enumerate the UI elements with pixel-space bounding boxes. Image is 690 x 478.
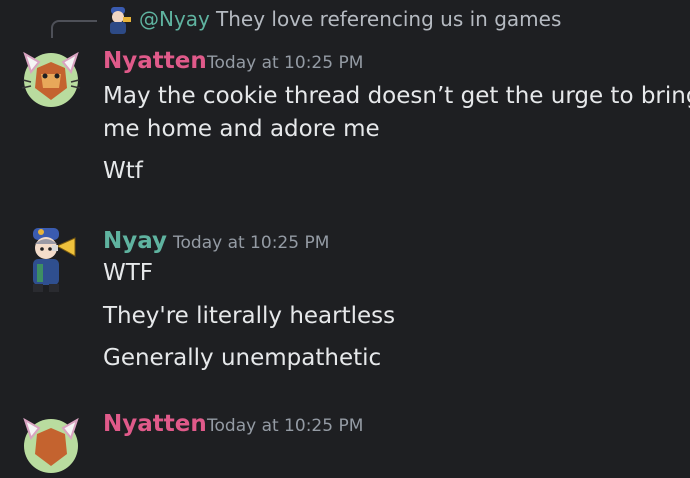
message-line: They're literally heartless [103,303,396,329]
message-author[interactable]: Nyatten [103,48,207,74]
reply-connector [51,20,97,38]
message-author[interactable]: Nyay [103,228,167,254]
reply-avatar[interactable] [104,5,132,37]
message-timestamp: Today at 10:25 PM [207,416,364,436]
message-line: me home and adore me [103,116,380,142]
reply-preview-text[interactable]: They love referencing us in games [216,7,561,31]
message-line: Wtf [103,158,143,184]
message-line: Generally unempathetic [103,345,382,371]
avatar[interactable] [19,44,83,108]
message-timestamp: Today at 10:25 PM [207,53,364,73]
avatar[interactable] [19,226,83,292]
message-timestamp: Today at 10:25 PM [173,233,330,253]
message-author[interactable]: Nyatten [103,411,207,437]
message-line: May the cookie thread doesn’t get the ur… [103,83,690,109]
reply-author[interactable]: @Nyay [139,7,210,31]
avatar[interactable] [19,410,83,474]
message-line: WTF [103,260,154,286]
